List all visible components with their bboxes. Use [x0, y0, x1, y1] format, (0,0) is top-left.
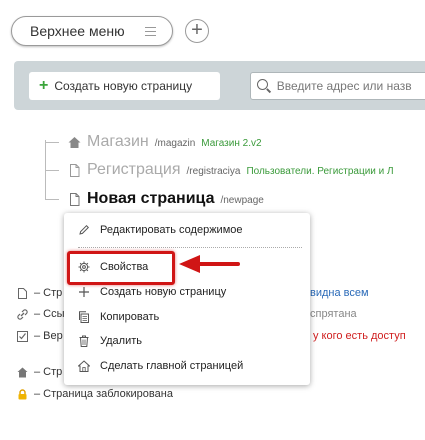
menu-item-edit[interactable]: Редактировать содержимое	[78, 224, 243, 236]
page-icon	[18, 287, 27, 299]
page-icon	[70, 163, 80, 177]
home-icon	[17, 367, 28, 377]
page-path: /magazin	[154, 138, 196, 149]
top-menu-label: Верхнее меню	[30, 23, 125, 39]
create-page-button[interactable]: + Создать новую страницу	[29, 72, 220, 100]
search-icon	[257, 79, 271, 93]
home-icon	[68, 136, 81, 148]
home-outline-icon	[78, 360, 90, 372]
plus-icon	[79, 287, 89, 297]
link-icon	[17, 308, 28, 320]
page-icon	[70, 192, 80, 206]
page-title[interactable]: Регистрация	[87, 161, 181, 179]
menu-item-delete[interactable]: Удалить	[78, 335, 142, 347]
page-row-registraciya[interactable]: Регистрация /registraciya Пользователи. …	[68, 161, 394, 179]
page-title[interactable]: Новая страница	[87, 190, 214, 208]
menu-item-copy[interactable]: Копировать	[78, 311, 159, 323]
hamburger-icon[interactable]	[145, 27, 156, 36]
page-template: Пользователи. Регистрации и Л	[246, 166, 394, 177]
legend-text: – Ссы	[34, 308, 65, 320]
tree-line	[45, 170, 59, 171]
search-box[interactable]	[250, 72, 425, 100]
legend-text: – Страница заблокирована	[34, 388, 173, 400]
page-template: Магазин 2.v2	[201, 138, 262, 149]
legend-row: – Вер	[17, 330, 63, 342]
tree-line	[45, 142, 59, 143]
page-title[interactable]: Магазин	[87, 133, 149, 151]
menu-item-make-home[interactable]: Сделать главной страницей	[78, 360, 243, 372]
page-path: /newpage	[220, 195, 264, 206]
menu-item-label: Удалить	[100, 335, 142, 347]
create-page-label: Создать новую страницу	[54, 79, 193, 93]
lock-icon	[18, 388, 27, 399]
legend-text: – Стр	[34, 287, 63, 299]
plus-icon: +	[39, 77, 49, 94]
top-menu-tab[interactable]: Верхнее меню	[11, 16, 173, 46]
legend-access-text: у кого есть доступ	[313, 330, 406, 342]
page-row-magazin[interactable]: Магазин /magazin Магазин 2.v2	[68, 133, 262, 151]
legend-visible-text: видна всем	[310, 287, 369, 299]
menu-separator	[78, 247, 302, 248]
search-input[interactable]	[276, 79, 425, 93]
legend-text: – Стр	[34, 366, 63, 378]
legend-row: – Ссы	[17, 308, 65, 320]
trash-icon	[79, 335, 89, 347]
legend-hidden-text: спрятана	[310, 308, 357, 320]
checkbox-icon	[17, 330, 28, 342]
page-row-newpage[interactable]: Новая страница /newpage	[68, 190, 264, 208]
menu-item-label: Создать новую страницу	[100, 286, 227, 298]
arrow-left-icon	[179, 255, 240, 273]
pencil-icon	[79, 224, 90, 235]
copy-icon	[79, 311, 89, 323]
legend-row: – Стр	[17, 366, 62, 378]
legend-text: – Вер	[34, 330, 63, 342]
highlight-box	[67, 251, 175, 285]
add-menu-button[interactable]: +	[185, 19, 209, 43]
menu-item-label: Сделать главной страницей	[100, 360, 244, 372]
legend-row: – Стр	[17, 287, 62, 299]
legend-row: – Страница заблокирована	[17, 388, 173, 400]
page-path: /registraciya	[186, 166, 241, 177]
menu-item-label: Редактировать содержимое	[100, 224, 243, 236]
context-menu: Редактировать содержимое Свойства Создат…	[64, 213, 310, 385]
menu-item-create[interactable]: Создать новую страницу	[78, 286, 226, 298]
tree-line	[45, 199, 59, 200]
menu-item-label: Копировать	[100, 311, 160, 323]
